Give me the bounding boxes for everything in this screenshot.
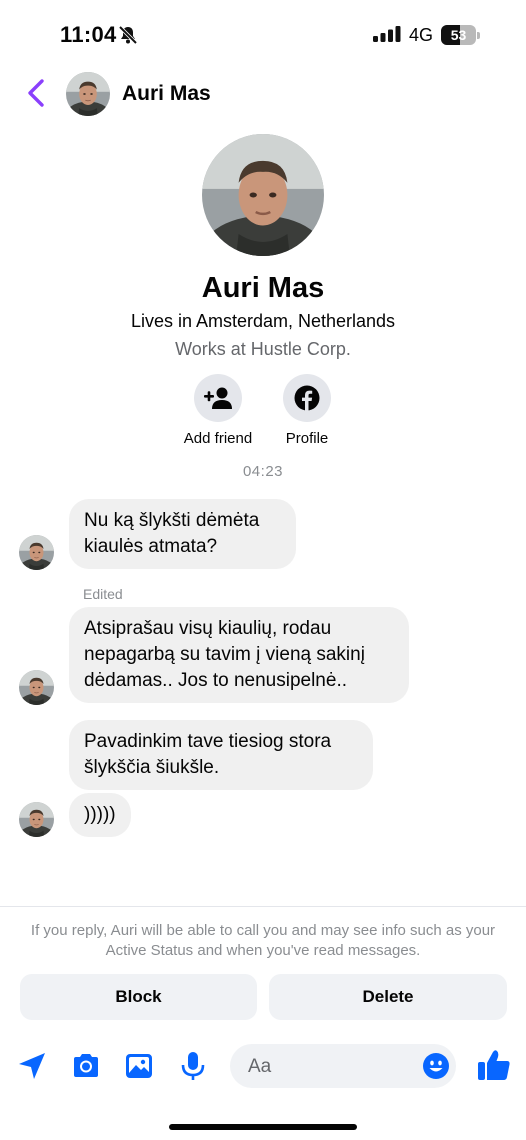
edited-label: Edited [83,586,123,602]
profile-button[interactable]: Profile [257,374,357,447]
profile-avatar[interactable] [202,134,324,256]
home-indicator [169,1124,357,1130]
facebook-icon [294,385,320,411]
profile-location: Lives in Amsterdam, Netherlands [130,311,396,331]
gallery-icon[interactable] [123,1050,155,1082]
message-input-placeholder: Aa [248,1056,272,1077]
camera-icon[interactable] [70,1050,102,1082]
message-bubble[interactable]: Pavadinkim tave tiesiog stora šlykščia š… [69,720,373,790]
message-bubble[interactable]: ))))) [69,793,131,837]
divider [0,906,526,907]
message-avatar[interactable] [19,802,54,837]
header-avatar[interactable] [66,72,110,116]
microphone-icon[interactable] [177,1050,209,1082]
message-avatar[interactable] [19,535,54,570]
emoji-icon[interactable] [422,1052,450,1080]
thumbs-up-icon[interactable] [476,1048,512,1082]
status-bar: 11:04 4G 53 [0,0,526,64]
location-arrow-icon[interactable] [16,1050,48,1082]
profile-label: Profile [285,430,329,447]
message-avatar[interactable] [19,670,54,705]
add-friend-label: Add friend [183,430,253,447]
add-friend-button[interactable]: Add friend [168,374,268,447]
network-type: 4G [409,25,434,45]
message-input[interactable]: Aa [230,1044,456,1088]
status-time: 11:04 [60,22,117,47]
header-contact-name[interactable]: Auri Mas [122,82,211,106]
profile-name: Auri Mas [201,272,325,304]
reply-notice: If you reply, Auri will be able to call … [30,922,496,959]
battery-percent: 53 [450,27,467,43]
add-person-icon [204,387,232,409]
profile-work: Works at Hustle Corp. [175,339,351,359]
block-button[interactable]: Block [20,974,257,1020]
chevron-left-icon[interactable] [24,78,48,108]
cellular-signal-icon [373,26,401,42]
chat-header: Auri Mas [0,64,526,122]
message-bubble[interactable]: Atsiprašau visų kiaulių, rodau nepagarbą… [69,607,409,703]
conversation-timestamp: 04:23 [242,463,284,480]
message-bubble[interactable]: Nu ką šlykšti dėmėta kiaulės atmata? [69,499,296,569]
bell-slash-icon [118,25,138,45]
battery-icon: 53 [441,25,480,45]
delete-button[interactable]: Delete [269,974,507,1020]
